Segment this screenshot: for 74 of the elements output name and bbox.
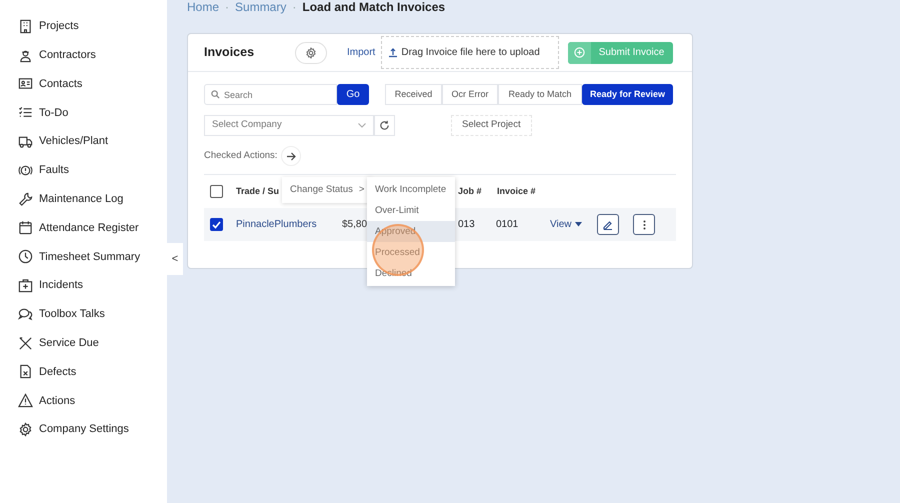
collapse-sidebar-button[interactable]: <: [167, 243, 183, 275]
status-filter-tab[interactable]: Ready to Match: [498, 84, 582, 105]
select-project-button[interactable]: Select Project: [451, 115, 532, 136]
column-header: Job #: [458, 186, 482, 196]
more-options-button[interactable]: [633, 214, 655, 235]
upload-icon: [388, 48, 398, 58]
click-highlight: [372, 224, 424, 276]
status-filter-tab[interactable]: Ready for Review: [582, 84, 673, 105]
refresh-icon: [379, 120, 390, 131]
breadcrumb-separator: ·: [225, 0, 230, 14]
sidebar-item[interactable]: Vehicles/Plant: [0, 127, 167, 156]
more-vertical-icon: [642, 220, 646, 230]
wrench-icon: [18, 192, 33, 207]
change-status-item[interactable]: Change Status: [290, 183, 353, 198]
upload-text: Drag Invoice file here to upload: [401, 46, 540, 60]
actions-arrow-button[interactable]: [281, 146, 302, 166]
company-select[interactable]: Select Company: [204, 115, 374, 136]
warning-icon: [18, 393, 33, 408]
file-icon: [18, 364, 33, 380]
clock-icon: [18, 249, 33, 264]
truck-icon: [18, 134, 33, 150]
card-title: Invoices: [204, 44, 256, 62]
edit-button[interactable]: [597, 214, 619, 235]
checkbox[interactable]: [210, 185, 223, 198]
pencil-icon: [603, 220, 613, 230]
sidebar-item[interactable]: Faults: [0, 156, 167, 185]
submenu-arrow: >: [358, 183, 364, 197]
sidebar-item[interactable]: Defects: [0, 358, 167, 386]
id-card-icon: [18, 76, 33, 92]
status-filter-tab[interactable]: Ocr Error: [442, 84, 498, 105]
sidebar-item[interactable]: Timesheet Summary: [0, 242, 167, 272]
arrow-right-icon: [286, 152, 296, 160]
caret-icon: [574, 222, 582, 227]
sidebar-item[interactable]: Contacts: [0, 70, 167, 98]
sidebar-item[interactable]: Actions: [0, 386, 167, 416]
settings-icon: [18, 422, 33, 438]
search-icon: [211, 90, 220, 99]
chat-bubbles-icon: [18, 306, 33, 322]
column-header: Invoice #: [497, 186, 536, 196]
table-cell-text: 013: [458, 218, 476, 232]
sidebar-item[interactable]: Toolbox Talks: [0, 300, 167, 329]
sidebar-item[interactable]: Maintenance Log: [0, 184, 167, 214]
sidebar-item[interactable]: Service Due: [0, 328, 167, 358]
status-menu-item[interactable]: Work Incomplete: [367, 179, 455, 200]
settings-icon: [305, 46, 317, 58]
settings-button[interactable]: [295, 42, 327, 64]
column-header: Trade / Su: [236, 186, 280, 196]
plus-circle-icon: [574, 47, 586, 58]
go-button[interactable]: Go: [337, 84, 369, 105]
status-menu-item[interactable]: Over-Limit: [367, 200, 455, 221]
chevron-down-icon: [358, 123, 366, 128]
table-cell-text: 0101: [496, 218, 520, 232]
search-field[interactable]: Search: [204, 84, 337, 105]
first-aid-icon: [18, 278, 33, 294]
status-filter-tab[interactable]: Received: [385, 84, 442, 105]
breadcrumb-current: Load and Match Invoices: [302, 0, 446, 14]
calendar-icon: [18, 220, 33, 236]
table-cell[interactable]: PinnaclePlumbers: [236, 217, 342, 232]
building-icon: [18, 18, 33, 34]
company-select-placeholder: Select Company: [212, 118, 282, 132]
import-link[interactable]: Import: [347, 45, 376, 60]
sidebar-item[interactable]: Projects: [0, 12, 167, 41]
view-dropdown-button[interactable]: View: [550, 217, 583, 232]
sidebar-item[interactable]: Attendance Register: [0, 214, 167, 242]
breadcrumb-separator: ·: [292, 0, 296, 14]
checkbox[interactable]: [210, 218, 223, 231]
sidebar-item[interactable]: Company Settings: [0, 415, 167, 444]
sidebar-item[interactable]: To-Do: [0, 98, 167, 128]
tools-icon: [18, 336, 33, 351]
checked-actions-label: Checked Actions:: [204, 148, 278, 163]
sidebar-item[interactable]: Incidents: [0, 271, 167, 300]
upload-dropzone[interactable]: Drag Invoice file here to upload: [381, 36, 560, 69]
sidebar-item[interactable]: Contractors: [0, 40, 167, 70]
refresh-button[interactable]: [374, 115, 395, 136]
